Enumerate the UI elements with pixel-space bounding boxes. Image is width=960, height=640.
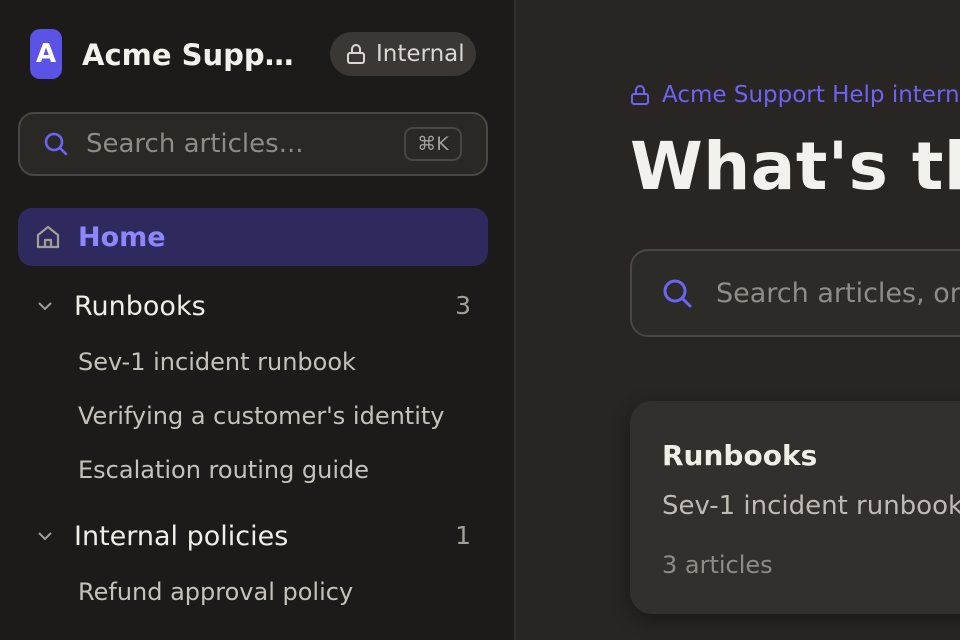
sidebar-item-escalation-routing[interactable]: Escalation routing guide <box>78 456 498 484</box>
card-article-count: 3 articles <box>662 551 773 579</box>
nav-group-internal-policies[interactable]: Internal policies 1 <box>34 516 474 556</box>
nav-group-runbooks[interactable]: Runbooks 3 <box>34 286 474 326</box>
page-title: What's the <box>630 128 960 205</box>
help-center-link-label: Acme Support Help internal <box>662 82 960 108</box>
search-icon <box>44 132 68 156</box>
chevron-down-icon <box>38 302 52 311</box>
nav-group-label: Runbooks <box>74 290 206 322</box>
search-icon <box>663 279 692 308</box>
sidebar-item-home[interactable]: Home <box>18 208 488 266</box>
main-search-input[interactable] <box>716 277 960 309</box>
sidebar-item-verifying-identity[interactable]: Verifying a customer's identity <box>78 402 498 430</box>
nav-group-label: Internal policies <box>74 520 289 552</box>
lock-icon <box>631 85 649 105</box>
sidebar-search-input[interactable] <box>86 129 386 159</box>
internal-badge: Internal <box>330 32 476 76</box>
chevron-down-icon <box>38 532 52 541</box>
sidebar: A Acme Support ... Internal ⌘K Home Runb… <box>0 0 516 640</box>
nav-group-count: 3 <box>455 291 471 320</box>
search-shortcut-hint: ⌘K <box>404 127 462 161</box>
workspace-name[interactable]: Acme Support ... <box>82 36 312 74</box>
internal-badge-label: Internal <box>376 41 465 67</box>
card-title: Runbooks <box>662 439 818 472</box>
lock-icon <box>347 44 365 64</box>
help-center-link[interactable]: Acme Support Help internal <box>630 82 960 108</box>
card-subtitle: Sev-1 incident runbook <box>662 491 960 521</box>
main-content: Acme Support Help internal What's the Ru… <box>518 0 960 640</box>
sidebar-search[interactable]: ⌘K <box>18 112 488 176</box>
collection-card-runbooks[interactable]: Runbooks Sev-1 incident runbook 3 articl… <box>630 401 960 614</box>
sidebar-item-home-label: Home <box>78 221 166 253</box>
sidebar-item-refund-approval-policy[interactable]: Refund approval policy <box>78 578 498 606</box>
nav-group-count: 1 <box>455 521 471 550</box>
main-search[interactable] <box>630 249 960 337</box>
home-icon <box>36 225 60 249</box>
sidebar-item-sev1-incident-runbook[interactable]: Sev-1 incident runbook <box>78 348 498 376</box>
brand-logo[interactable]: A <box>30 29 62 79</box>
